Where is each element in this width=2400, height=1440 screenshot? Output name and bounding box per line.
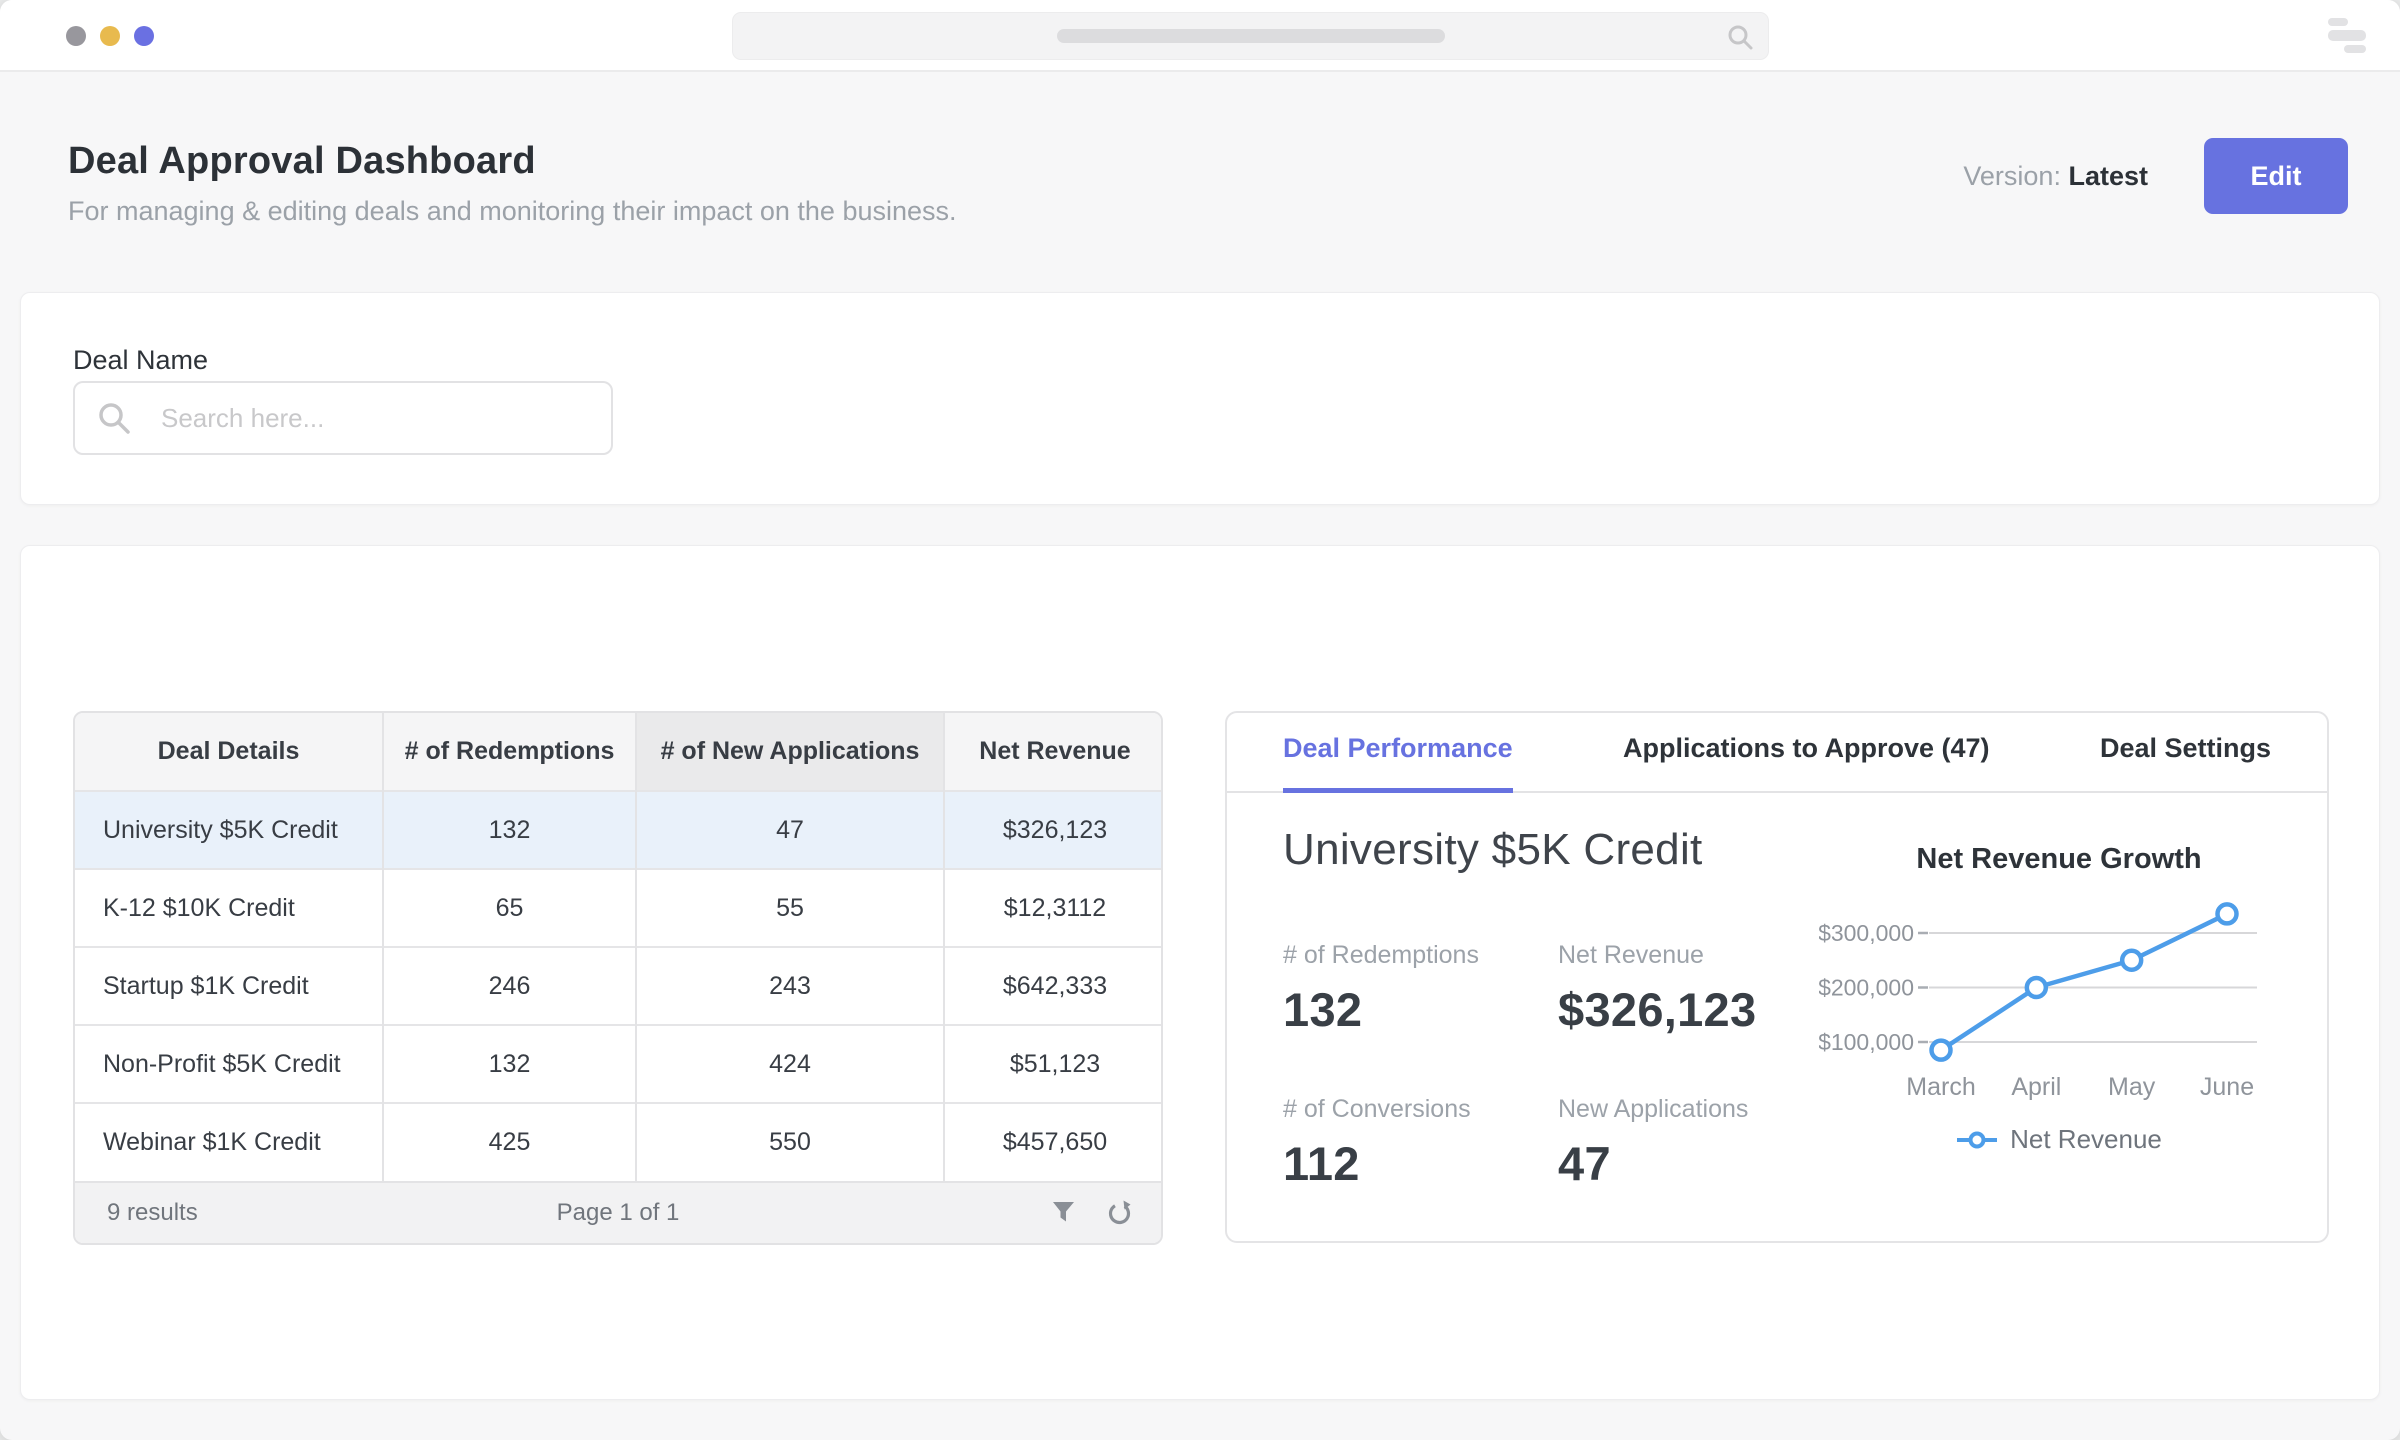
table-footer: 9 results Page 1 of 1 <box>75 1181 1161 1243</box>
table-column-header[interactable]: Net Revenue <box>944 713 1163 791</box>
redemptions-cell: 246 <box>383 947 636 1025</box>
net-revenue-cell: $51,123 <box>944 1025 1163 1103</box>
deal-name-cell: Non-Profit $5K Credit <box>75 1025 383 1103</box>
tab-deal-performance[interactable]: Deal Performance <box>1283 709 1513 793</box>
deal-detail-panel: Deal Performance Applications to Approve… <box>1225 711 2329 1243</box>
svg-text:April: April <box>2011 1073 2061 1101</box>
svg-text:June: June <box>2200 1073 2254 1101</box>
new-applications-cell: 55 <box>636 869 944 947</box>
refresh-icon[interactable] <box>1106 1200 1133 1227</box>
deals-table: Deal Details # of Redemptions # of New A… <box>73 711 1163 1245</box>
search-input[interactable] <box>73 381 613 455</box>
search-panel: Deal Name <box>20 292 2380 505</box>
detail-tabs: Deal Performance Applications to Approve… <box>1227 713 2327 793</box>
app-window: Deal Approval Dashboard For managing & e… <box>0 0 2400 1440</box>
net-revenue-cell: $12,3112 <box>944 869 1163 947</box>
svg-text:May: May <box>2108 1073 2156 1101</box>
deal-name-cell: K-12 $10K Credit <box>75 869 383 947</box>
page-title: Deal Approval Dashboard <box>68 140 536 183</box>
svg-text:$300,000: $300,000 <box>1819 920 1914 946</box>
edit-button[interactable]: Edit <box>2204 138 2348 214</box>
window-controls <box>66 26 154 46</box>
new-applications-cell: 550 <box>636 1103 944 1181</box>
filter-icon[interactable] <box>1051 1200 1076 1226</box>
table-column-header[interactable]: Deal Details <box>75 713 383 791</box>
deal-name-label: Deal Name <box>73 345 208 376</box>
svg-text:$100,000: $100,000 <box>1819 1029 1914 1055</box>
tab-applications-to-approve[interactable]: Applications to Approve (47) <box>1623 709 1990 793</box>
table-row[interactable]: K-12 $10K Credit 65 55 $12,3112 <box>75 869 1163 947</box>
table-column-header[interactable]: # of New Applications <box>636 713 944 791</box>
redemptions-cell: 425 <box>383 1103 636 1181</box>
net-revenue-cell: $326,123 <box>944 791 1163 869</box>
url-search-icon <box>1726 23 1754 51</box>
redemptions-cell: 132 <box>383 1025 636 1103</box>
legend-label: Net Revenue <box>2010 1124 2162 1155</box>
pagination-label: Page 1 of 1 <box>557 1199 680 1227</box>
page-subtitle: For managing & editing deals and monitor… <box>68 196 957 227</box>
results-count: 9 results <box>107 1199 198 1227</box>
tab-deal-settings[interactable]: Deal Settings <box>2100 709 2271 793</box>
chart-title: Net Revenue Growth <box>1916 843 2201 876</box>
table-row[interactable]: Startup $1K Credit 246 243 $642,333 <box>75 947 1163 1025</box>
table-header-row: Deal Details # of Redemptions # of New A… <box>75 713 1163 791</box>
net-revenue-cell: $457,650 <box>944 1103 1163 1181</box>
window-control-zoom-icon[interactable] <box>134 26 154 46</box>
window-control-minimize-icon[interactable] <box>100 26 120 46</box>
url-bar[interactable] <box>732 12 1769 60</box>
stat-redemptions: # of Redemptions 132 <box>1283 941 1558 1037</box>
new-applications-cell: 424 <box>636 1025 944 1103</box>
stat-conversions: # of Conversions 112 <box>1283 1095 1558 1191</box>
main-panel: Deal Details # of Redemptions # of New A… <box>20 545 2380 1400</box>
net-revenue-chart-block: Net Revenue Growth $100,000 $200,000 $300,… <box>1819 843 2299 1155</box>
new-applications-cell: 47 <box>636 791 944 869</box>
version-value: Latest <box>2068 161 2148 191</box>
redemptions-cell: 65 <box>383 869 636 947</box>
table-row[interactable]: Non-Profit $5K Credit 132 424 $51,123 <box>75 1025 1163 1103</box>
net-revenue-cell: $642,333 <box>944 947 1163 1025</box>
window-menu-icon[interactable] <box>2328 18 2368 54</box>
deal-name-cell: Webinar $1K Credit <box>75 1103 383 1181</box>
new-applications-cell: 243 <box>636 947 944 1025</box>
page-header: Deal Approval Dashboard For managing & e… <box>0 72 2400 292</box>
table-column-header[interactable]: # of Redemptions <box>383 713 636 791</box>
browser-chrome <box>0 0 2400 72</box>
legend-marker-icon <box>1956 1131 1998 1149</box>
deal-stats: # of Redemptions 132 Net Revenue $326,12… <box>1283 941 1888 1191</box>
search-icon <box>97 401 131 435</box>
net-revenue-line-chart: $100,000 $200,000 $300,000 March April May Jun… <box>1819 888 2299 1108</box>
svg-text:March: March <box>1906 1073 1975 1101</box>
redemptions-cell: 132 <box>383 791 636 869</box>
deal-name-cell: University $5K Credit <box>75 791 383 869</box>
deal-name-cell: Startup $1K Credit <box>75 947 383 1025</box>
table-row[interactable]: University $5K Credit 132 47 $326,123 <box>75 791 1163 869</box>
deal-heading: University $5K Credit <box>1283 825 1703 875</box>
chart-legend: Net Revenue <box>1956 1124 2162 1155</box>
url-text-redacted <box>1057 29 1445 43</box>
window-control-close-icon[interactable] <box>66 26 86 46</box>
version-indicator: Version: Latest <box>1963 161 2148 192</box>
svg-text:$200,000: $200,000 <box>1819 975 1914 1001</box>
table-row[interactable]: Webinar $1K Credit 425 550 $457,650 <box>75 1103 1163 1181</box>
